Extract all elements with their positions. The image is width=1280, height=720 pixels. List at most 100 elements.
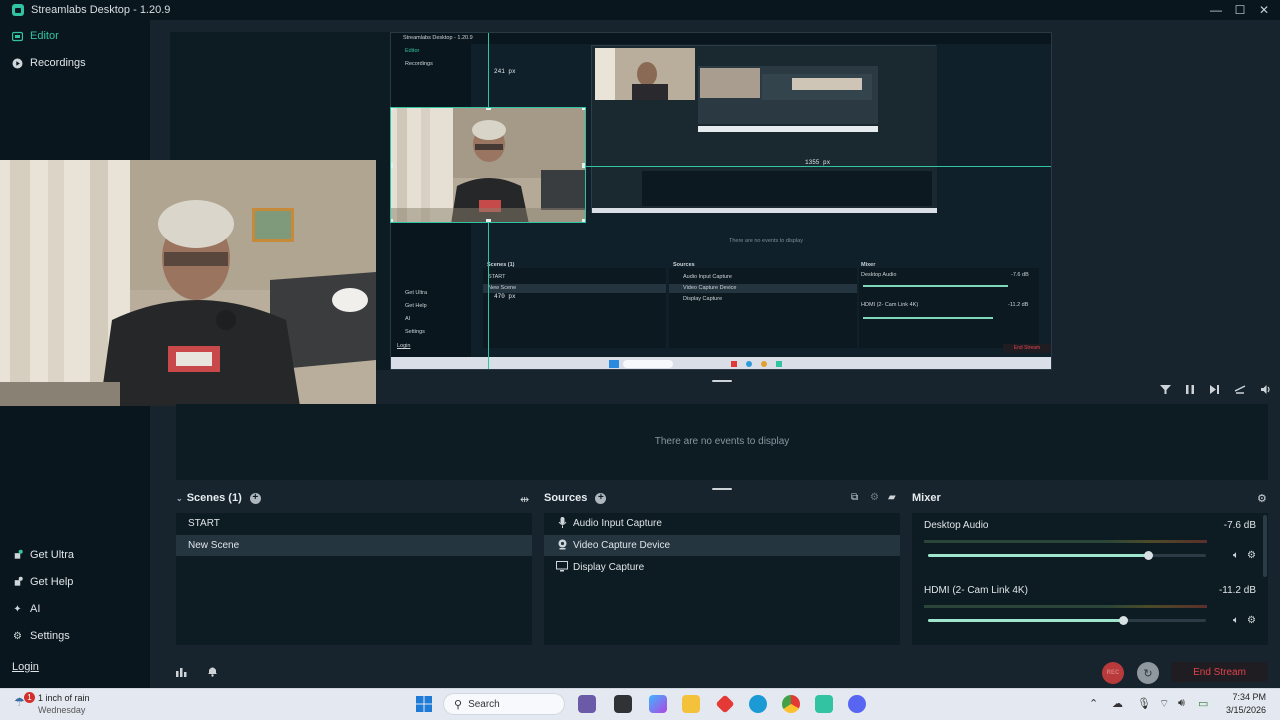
record-button[interactable]: REC [1102, 662, 1124, 684]
title-bar: Streamlabs Desktop - 1.20.9 — ☐ ✕ [0, 0, 1280, 20]
volume-slider-knob[interactable] [1118, 616, 1128, 625]
close-button[interactable]: ✕ [1252, 0, 1276, 20]
selected-video-source[interactable] [390, 107, 586, 223]
nav-item-label: Recordings [30, 57, 86, 69]
filter-icon[interactable] [1160, 384, 1171, 398]
mute-alerts-icon[interactable] [1234, 384, 1246, 398]
scenes-list: START New Scene [176, 513, 532, 645]
scene-label: START [188, 518, 220, 529]
speaker-icon[interactable]: 🔈︎ [1233, 615, 1239, 626]
resize-divider-handle[interactable] [712, 380, 732, 382]
wifi-icon[interactable]: ⌔ [1159, 697, 1169, 711]
chrome-browser-icon[interactable] [782, 695, 800, 713]
discord-icon[interactable] [848, 695, 866, 713]
windows-start-icon[interactable] [416, 696, 432, 717]
gear-icon[interactable]: ⚙ [1247, 550, 1256, 561]
editor-icon [12, 31, 23, 42]
chevron-up-icon[interactable]: ⌃ [1089, 697, 1098, 710]
source-properties-icon[interactable]: ⚙ [870, 492, 879, 503]
collapse-chevron-icon[interactable]: ⌄ [176, 494, 183, 503]
source-item-display-capture[interactable]: Display Capture [544, 557, 900, 578]
resize-handle-top[interactable] [486, 108, 491, 110]
scene-transition-icon[interactable]: ⇹ [520, 493, 529, 506]
webcam-overlay [0, 160, 376, 406]
scenes-header: ⌄ Scenes (1) + [176, 492, 261, 504]
nav-item-settings[interactable]: ⚙ Settings [12, 630, 70, 642]
file-explorer-icon[interactable] [682, 695, 700, 713]
nav-item-get-ultra[interactable]: Get Ultra [12, 549, 74, 561]
nav-item-label: Get Ultra [30, 549, 75, 561]
edge-browser-icon[interactable] [749, 695, 767, 713]
minimize-button[interactable]: — [1204, 0, 1228, 20]
add-source-button[interactable]: + [595, 492, 607, 504]
volume-slider-hdmi[interactable] [928, 616, 1206, 625]
volume-slider-fill [928, 619, 1123, 622]
search-icon: ⚲ [454, 698, 463, 711]
inner-search-box [623, 360, 673, 368]
scenes-title: Scenes (1) [186, 492, 242, 504]
events-toolbar [1160, 382, 1272, 400]
clock-time[interactable]: 7:34 PM [1228, 692, 1266, 702]
resize-handle-left[interactable] [391, 163, 393, 168]
notification-bell-icon[interactable] [207, 665, 218, 680]
maximize-button[interactable]: ☐ [1228, 0, 1252, 20]
mixer-channel-db: -11.2 dB [1218, 585, 1256, 596]
speaker-tray-icon[interactable]: 🔊︎ [1178, 697, 1185, 710]
nav-item-get-help[interactable]: Get Help [12, 576, 73, 588]
resize-handle-right[interactable] [582, 163, 585, 168]
resize-handle-top-right[interactable] [582, 108, 585, 110]
resize-divider-handle[interactable] [712, 488, 732, 490]
inner-scene-start: START [488, 274, 506, 280]
scene-item-start[interactable]: START [176, 513, 532, 534]
mixer-scrollbar[interactable] [1263, 515, 1267, 577]
weather-badge: 1 [24, 692, 35, 703]
weather-text[interactable]: 1 inch of rain [38, 693, 90, 703]
end-stream-button[interactable]: End Stream [1171, 662, 1268, 682]
source-group-icon[interactable]: ⧉ [851, 492, 858, 503]
folder-icon[interactable]: ▰ [888, 492, 896, 503]
inner-windows-icon [609, 360, 619, 368]
volume-slider-desktop-audio[interactable] [928, 551, 1206, 560]
replay-buffer-icon[interactable]: ↻ [1137, 662, 1159, 684]
scene-item-new-scene[interactable]: New Scene [176, 535, 532, 556]
mixer-settings-gear-icon[interactable]: ⚙ [1257, 492, 1267, 505]
performance-chart-icon[interactable] [176, 666, 187, 680]
play-circle-icon [12, 58, 23, 69]
resize-handle-bottom-left[interactable] [391, 219, 393, 222]
nav-item-recordings[interactable]: Recordings [12, 57, 86, 69]
taskbar-search-box[interactable]: ⚲ Search [443, 693, 565, 715]
nav-item-ai[interactable]: ✦ AI [12, 603, 40, 615]
inner-nav-settings: Settings [405, 329, 425, 335]
inner-sources-list: Audio Input Capture Video Capture Device… [669, 268, 857, 348]
network-cloud-icon[interactable]: ☁ [1112, 697, 1123, 710]
streamlabs-taskbar-icon[interactable] [815, 695, 833, 713]
ruler-bottom-label: 470 px [494, 293, 516, 300]
nav-item-label: Get Help [30, 576, 74, 588]
nav-item-editor[interactable]: Editor [12, 30, 59, 42]
source-item-audio-input[interactable]: Audio Input Capture [544, 513, 900, 534]
resize-handle-top-left[interactable] [391, 108, 393, 110]
volume-slider-knob[interactable] [1143, 551, 1153, 560]
login-link[interactable]: Login [12, 661, 39, 673]
battery-icon[interactable]: ▭ [1198, 697, 1208, 710]
ruler-right-label: 1355 px [805, 159, 831, 166]
inner-preview-frame [591, 45, 937, 216]
add-scene-button[interactable]: + [249, 492, 261, 504]
terminal-icon[interactable] [614, 695, 632, 713]
clock-date[interactable]: 3/15/2026 [1222, 705, 1266, 715]
clipchamp-icon[interactable] [578, 695, 596, 713]
microphone-tray-icon[interactable]: 🎙︎ [1137, 697, 1151, 710]
copilot-icon[interactable] [649, 695, 667, 713]
inner-title-bar: Streamlabs Desktop - 1.20.9 [391, 33, 1051, 44]
gear-icon: ⚙ [13, 630, 22, 642]
resize-handle-bottom[interactable] [486, 219, 491, 222]
resize-handle-bottom-right[interactable] [582, 219, 585, 222]
pause-icon[interactable] [1185, 384, 1195, 398]
volume-icon[interactable] [1260, 384, 1272, 398]
mixer-channel-controls: 🔈︎ ⚙ [1233, 550, 1256, 561]
skip-icon[interactable] [1209, 384, 1220, 398]
gear-icon[interactable]: ⚙ [1247, 615, 1256, 626]
speaker-icon[interactable]: 🔈︎ [1233, 550, 1239, 561]
mixer-title: Mixer [912, 492, 941, 504]
source-item-video-capture[interactable]: Video Capture Device [544, 535, 900, 556]
